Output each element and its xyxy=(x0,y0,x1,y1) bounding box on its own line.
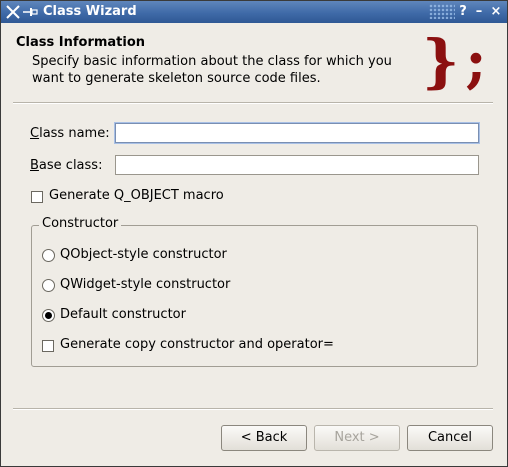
close-button[interactable]: × xyxy=(488,3,504,20)
title-bar[interactable]: Class Wizard ? – × xyxy=(1,1,507,23)
wizard-header: Class Information Specify basic informat… xyxy=(2,24,506,102)
qobject-style-radio[interactable] xyxy=(42,249,55,262)
back-button[interactable]: < Back xyxy=(221,425,307,451)
titlebar-decoration xyxy=(429,4,455,19)
qobject-style-label[interactable]: QObject-style constructor xyxy=(60,247,227,262)
constructor-group-title: Constructor xyxy=(39,216,122,231)
class-wizard-window: Class Wizard ? – × Class Information Spe… xyxy=(0,0,508,467)
header-separator xyxy=(13,102,493,104)
tools-icon[interactable] xyxy=(5,4,21,24)
q-object-checkbox[interactable] xyxy=(31,191,43,203)
default-constructor-radio[interactable] xyxy=(42,309,55,322)
class-name-label: Class name: xyxy=(30,126,110,141)
help-button[interactable]: ? xyxy=(455,3,471,20)
footer-separator xyxy=(13,408,493,410)
q-object-label[interactable]: Generate Q_OBJECT macro xyxy=(49,188,224,203)
base-class-input[interactable] xyxy=(115,155,479,175)
window-title: Class Wizard xyxy=(43,4,137,19)
pin-icon[interactable] xyxy=(22,4,38,24)
cancel-button[interactable]: Cancel xyxy=(407,425,493,451)
default-constructor-label[interactable]: Default constructor xyxy=(60,307,186,322)
page-title: Class Information xyxy=(16,35,146,50)
qwidget-style-radio[interactable] xyxy=(42,279,55,292)
copy-constructor-label[interactable]: Generate copy constructor and operator= xyxy=(60,337,334,352)
page-description: Specify basic information about the clas… xyxy=(32,54,392,86)
copy-constructor-checkbox[interactable] xyxy=(42,340,54,352)
class-name-input[interactable] xyxy=(115,123,479,143)
next-button[interactable]: Next > xyxy=(314,425,400,451)
minimize-button[interactable]: – xyxy=(471,3,487,20)
qwidget-style-label[interactable]: QWidget-style constructor xyxy=(60,277,230,292)
base-class-label: Base class: xyxy=(30,158,103,173)
cpp-logo: }; xyxy=(422,27,493,95)
